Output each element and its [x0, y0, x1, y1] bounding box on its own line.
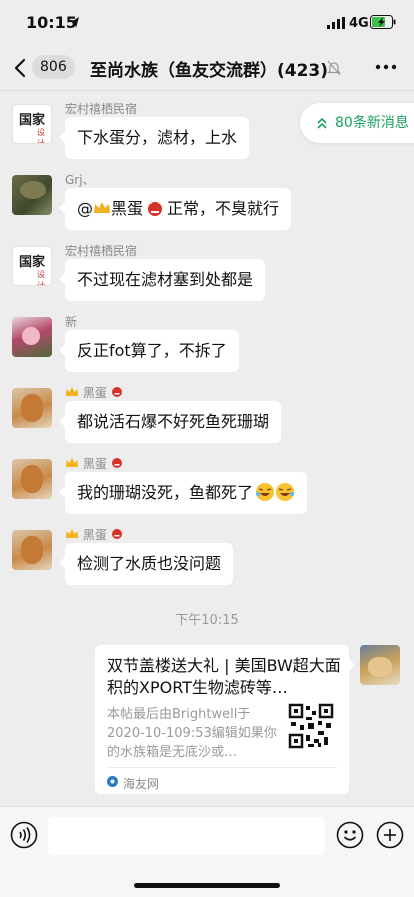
double-chevron-up-icon	[317, 117, 327, 129]
message-composer	[0, 806, 414, 897]
avatar[interactable]: 国家 设计	[12, 246, 52, 286]
mini-program-icon	[107, 776, 118, 787]
sender-name: 黑蛋	[82, 457, 107, 471]
avatar[interactable]	[12, 388, 52, 428]
avatar-logo-text: 国家	[19, 113, 46, 128]
qr-code-icon	[288, 703, 334, 749]
sender-name: Grj、	[65, 173, 95, 187]
message-bubble[interactable]: 下水蛋分，滤材，上水	[58, 117, 250, 159]
home-indicator	[134, 883, 280, 888]
ogre-mask-icon	[111, 529, 122, 539]
back-chevron-icon[interactable]	[14, 58, 26, 78]
sender-name-row: 黑蛋	[65, 384, 123, 401]
avatar[interactable]	[12, 317, 52, 357]
crown-icon	[66, 458, 78, 467]
crown-icon	[66, 529, 78, 538]
crown-icon	[94, 202, 110, 213]
signal-icon	[327, 17, 345, 29]
message-bubble[interactable]: 都说活石爆不好死鱼死珊瑚	[58, 401, 282, 443]
ogre-mask-icon	[111, 458, 122, 468]
avatar[interactable]	[12, 530, 52, 570]
laughing-crying-emoji-icon	[276, 483, 295, 501]
new-messages-button[interactable]: 80条新消息	[300, 103, 414, 143]
sender-name: 新	[65, 315, 78, 329]
message-bubble[interactable]: 不过现在滤材塞到处都是	[58, 259, 266, 301]
message-bubble[interactable]: 检测了水质也没问题	[58, 543, 234, 585]
network-type: 4G	[349, 16, 369, 31]
message-timestamp: 下午10:15	[175, 613, 239, 628]
avatar[interactable]	[12, 459, 52, 499]
add-plus-icon[interactable]	[376, 821, 404, 849]
crown-icon	[66, 387, 78, 396]
chat-title: 至尚水族（鱼友交流群）(423)	[90, 61, 329, 81]
voice-input-icon[interactable]	[10, 821, 38, 849]
message-bubble[interactable]: @ 黑蛋 正常，不臭就行	[58, 188, 292, 230]
avatar-logo-subtext: 设计	[37, 270, 45, 286]
location-arrow-icon	[71, 17, 79, 28]
message-bubble[interactable]: 我的珊瑚没死，鱼都死了	[58, 472, 308, 514]
shared-link-card[interactable]: 双节盖楼送大礼 | 美国BW超大面积的XPORT生物滤砖等… 本帖最后由Brig…	[95, 645, 355, 794]
status-bar: 10:15 4G	[0, 0, 414, 46]
sender-name: 宏村禧栖民宿	[65, 244, 138, 258]
new-messages-label: 80条新消息	[335, 115, 409, 131]
chat-header: 806 至尚水族（鱼友交流群）(423)	[0, 46, 414, 91]
ogre-mask-icon	[148, 200, 163, 216]
unread-count-badge[interactable]: 806	[32, 55, 75, 79]
sender-name: 黑蛋	[82, 386, 107, 400]
battery-charging-icon	[370, 15, 396, 29]
card-title: 双节盖楼送大礼 | 美国BW超大面积的XPORT生物滤砖等…	[107, 656, 341, 697]
sender-name-row: 黑蛋	[65, 526, 123, 543]
avatar-logo-subtext: 设计	[37, 128, 45, 144]
mute-bell-icon	[327, 60, 341, 76]
avatar[interactable]: 国家 设计	[12, 104, 52, 144]
my-avatar[interactable]	[360, 645, 400, 685]
card-source: 海友网	[123, 777, 160, 791]
sender-name: 黑蛋	[82, 528, 107, 542]
laughing-crying-emoji-icon	[256, 483, 275, 501]
more-options-icon[interactable]	[375, 64, 397, 70]
card-divider	[107, 767, 337, 768]
avatar-logo-text: 国家	[19, 255, 46, 270]
sender-name: 宏村禧栖民宿	[65, 102, 138, 116]
emoji-icon[interactable]	[336, 821, 364, 849]
message-input[interactable]	[48, 817, 325, 855]
sender-name-row: 黑蛋	[65, 455, 123, 472]
avatar[interactable]	[12, 175, 52, 215]
card-description: 本帖最后由Brightwell于2020-10-109:53编辑如果你的水族箱是…	[107, 707, 277, 760]
ogre-mask-icon	[111, 387, 122, 397]
message-bubble[interactable]: 反正fot算了，不拆了	[59, 330, 239, 372]
